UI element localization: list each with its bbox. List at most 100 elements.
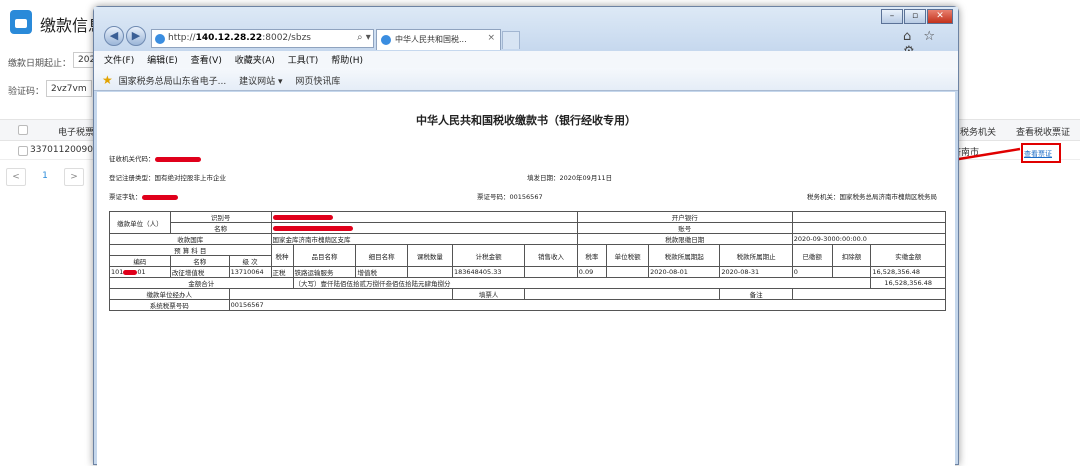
fav-item-suggested-sites[interactable]: 建议网站 ▾ xyxy=(239,77,282,87)
budget-level-label: 级 次 xyxy=(228,255,272,267)
redaction-mark xyxy=(141,194,178,200)
menu-view[interactable]: 查看(V) xyxy=(191,56,222,66)
remark-label: 备注 xyxy=(719,288,793,300)
filler-label: 填票人 xyxy=(451,288,526,300)
menu-tools[interactable]: 工具(T) xyxy=(288,56,319,66)
ticket-track-label: 票证字轨： xyxy=(109,193,142,201)
total-label: 金额合计 xyxy=(109,277,294,289)
handler-value xyxy=(228,288,453,300)
voucher-tax-office-label: 税务机关： xyxy=(807,193,840,201)
fill-date: 填发日期：2020年09月11日 xyxy=(527,172,612,182)
row-code-end: 01 xyxy=(137,268,146,276)
address-bar[interactable]: http://140.12.28.22:8002/sbzs ⌕ ▾ ⎘ ↻ ✕ xyxy=(151,29,374,48)
col-tax-office: 税务机关 xyxy=(960,128,997,138)
address-url-prefix: http:// xyxy=(168,33,196,43)
header-taxable-amount: 计税金额 xyxy=(451,244,526,267)
redaction-mark xyxy=(123,269,138,275)
fav-item-tax-bureau[interactable]: 国家税务总局山东省电子... xyxy=(119,77,227,87)
ticket-number-value: 00156567 xyxy=(509,193,543,201)
new-tab-button[interactable] xyxy=(502,31,520,49)
collect-office-code: 征收机关代码： xyxy=(109,153,201,163)
header-tax-type: 税种 xyxy=(270,244,294,267)
reg-type-label: 登记注册类型： xyxy=(109,174,155,182)
header-paid: 已缴额 xyxy=(791,244,833,267)
address-bar-icons[interactable]: ⌕ ▾ ⎘ ↻ ✕ xyxy=(357,32,373,43)
account-label: 账号 xyxy=(576,222,793,234)
menu-bar: 文件(F) 编辑(E) 查看(V) 收藏夹(A) 工具(T) 帮助(H) xyxy=(94,51,958,68)
row-period-end: 2020-08-31 xyxy=(719,266,793,278)
close-window-button[interactable]: ✕ xyxy=(927,9,953,24)
payer-label: 缴款单位（人） xyxy=(109,211,171,234)
row-deduction xyxy=(831,266,872,278)
deadline-value: 2020-09-3000:00:00.0 xyxy=(791,233,947,245)
table-row: 系统税票号码 00156567 xyxy=(109,299,947,311)
system-no-value: 00156567 xyxy=(228,299,947,311)
row-unit-tax xyxy=(606,266,650,278)
row-ticket-no: 337011200906 xyxy=(30,145,99,155)
ie-icon xyxy=(155,34,165,44)
fav-item-web-slice[interactable]: 网页快讯库 xyxy=(295,77,340,87)
page-content: 中华人民共和国税收缴款书（银行经收专用） 征收机关代码： 登记注册类型：国有绝对… xyxy=(97,92,955,466)
row-checkbox[interactable] xyxy=(18,146,28,156)
header-period-start: 税款所属期起 xyxy=(648,244,721,267)
menu-favorites[interactable]: 收藏夹(A) xyxy=(235,56,275,66)
app-logo-icon xyxy=(10,10,32,34)
name-value xyxy=(270,222,578,234)
budget-code-label: 编码 xyxy=(109,255,171,267)
browser-titlebar: ◀ ▶ http://140.12.28.22:8002/sbzs ⌕ ▾ ⎘ … xyxy=(94,7,958,59)
maximize-button[interactable]: ▫ xyxy=(904,9,926,24)
select-all-checkbox[interactable] xyxy=(18,125,28,135)
page-number[interactable]: 1 xyxy=(35,168,55,186)
header-period-end: 税款所属期止 xyxy=(719,244,793,267)
table-row: 缴款单位经办人 填票人 备注 xyxy=(109,288,947,300)
menu-edit[interactable]: 编辑(E) xyxy=(147,56,178,66)
next-page-button[interactable]: > xyxy=(64,168,84,186)
fill-date-value: 2020年09月11日 xyxy=(559,174,613,182)
favorites-star-icon[interactable]: ★ xyxy=(102,73,113,87)
prev-page-button[interactable]: < xyxy=(6,168,26,186)
row-budget-name: 改征增值税 xyxy=(169,266,230,278)
treasury-value: 国家金库济南市槐荫区支库 xyxy=(270,233,578,245)
ticket-number-label: 票证号码： xyxy=(477,193,510,201)
captcha-input[interactable]: 2vz7vm xyxy=(46,80,92,97)
header-deduction: 扣除额 xyxy=(831,244,872,267)
id-value xyxy=(270,211,578,223)
total-words: （大写）壹仟陆佰伍拾贰万捌仟叁佰伍拾陆元肆角捌分 xyxy=(292,277,872,289)
table-row: 101 01 改征增值税 13710064 正税 铁路运输服务 增值税 18364… xyxy=(109,266,946,278)
menu-help[interactable]: 帮助(H) xyxy=(331,56,363,66)
collect-office-label: 征收机关代码： xyxy=(109,155,155,163)
row-code: 101 01 xyxy=(109,266,171,278)
browser-tab[interactable]: 中华人民共和国税... × xyxy=(376,29,501,50)
header-actual: 实缴金额 xyxy=(870,244,946,267)
fill-date-label: 填发日期： xyxy=(527,174,560,182)
minimize-button[interactable]: – xyxy=(881,9,903,24)
table-row: 预 算 科 目 税种 品目名称 细目名称 课税数量 计税金额 销售收入 税率 单… xyxy=(109,244,946,267)
col-view-voucher: 查看税收票证 xyxy=(1016,128,1071,138)
system-no-label: 系统税票号码 xyxy=(109,299,230,311)
forward-button[interactable]: ▶ xyxy=(126,26,146,46)
table-row: 收款国库 国家金库济南市槐荫区支库 税款限缴日期 2020-09-3000:00… xyxy=(109,233,947,245)
handler-label: 缴款单位经办人 xyxy=(109,288,230,300)
menu-file[interactable]: 文件(F) xyxy=(104,56,134,66)
view-voucher-button[interactable]: 查看票证 xyxy=(1021,143,1061,163)
treasury-label: 收款国库 xyxy=(109,233,272,245)
favorites-bar: ★ 国家税务总局山东省电子... 建议网站 ▾ 网页快讯库 xyxy=(94,68,958,91)
back-button[interactable]: ◀ xyxy=(104,26,124,46)
row-rate: 0.09 xyxy=(576,266,608,278)
remark-value xyxy=(791,288,947,300)
ie-tab-icon xyxy=(381,35,391,45)
voucher-tax-office: 税务机关：国家税务总局济南市槐荫区税务局 xyxy=(807,191,937,201)
redaction-mark xyxy=(272,214,333,220)
reg-type-value: 国有绝对控股非上市企业 xyxy=(154,174,227,182)
table-row: 缴款单位（人） 识别号 开户银行 xyxy=(109,211,947,234)
budget-label: 预 算 科 目 xyxy=(109,244,272,256)
account-value xyxy=(791,222,947,234)
bank-label: 开户银行 xyxy=(576,211,793,223)
table-row: 金额合计 （大写）壹仟陆佰伍拾贰万捌仟叁佰伍拾陆元肆角捌分 16,528,356… xyxy=(109,277,946,289)
filler-value xyxy=(524,288,721,300)
address-url-host: 140.12.28.22 xyxy=(195,33,263,43)
row-tax-type: 正税 xyxy=(270,266,294,278)
tab-close-icon[interactable]: × xyxy=(487,33,495,43)
voucher-table: 缴款单位（人） 识别号 开户银行 名称 账号 收款国库 国家金库济南市槐荫区支库… xyxy=(109,211,947,311)
bank-value xyxy=(791,211,947,223)
